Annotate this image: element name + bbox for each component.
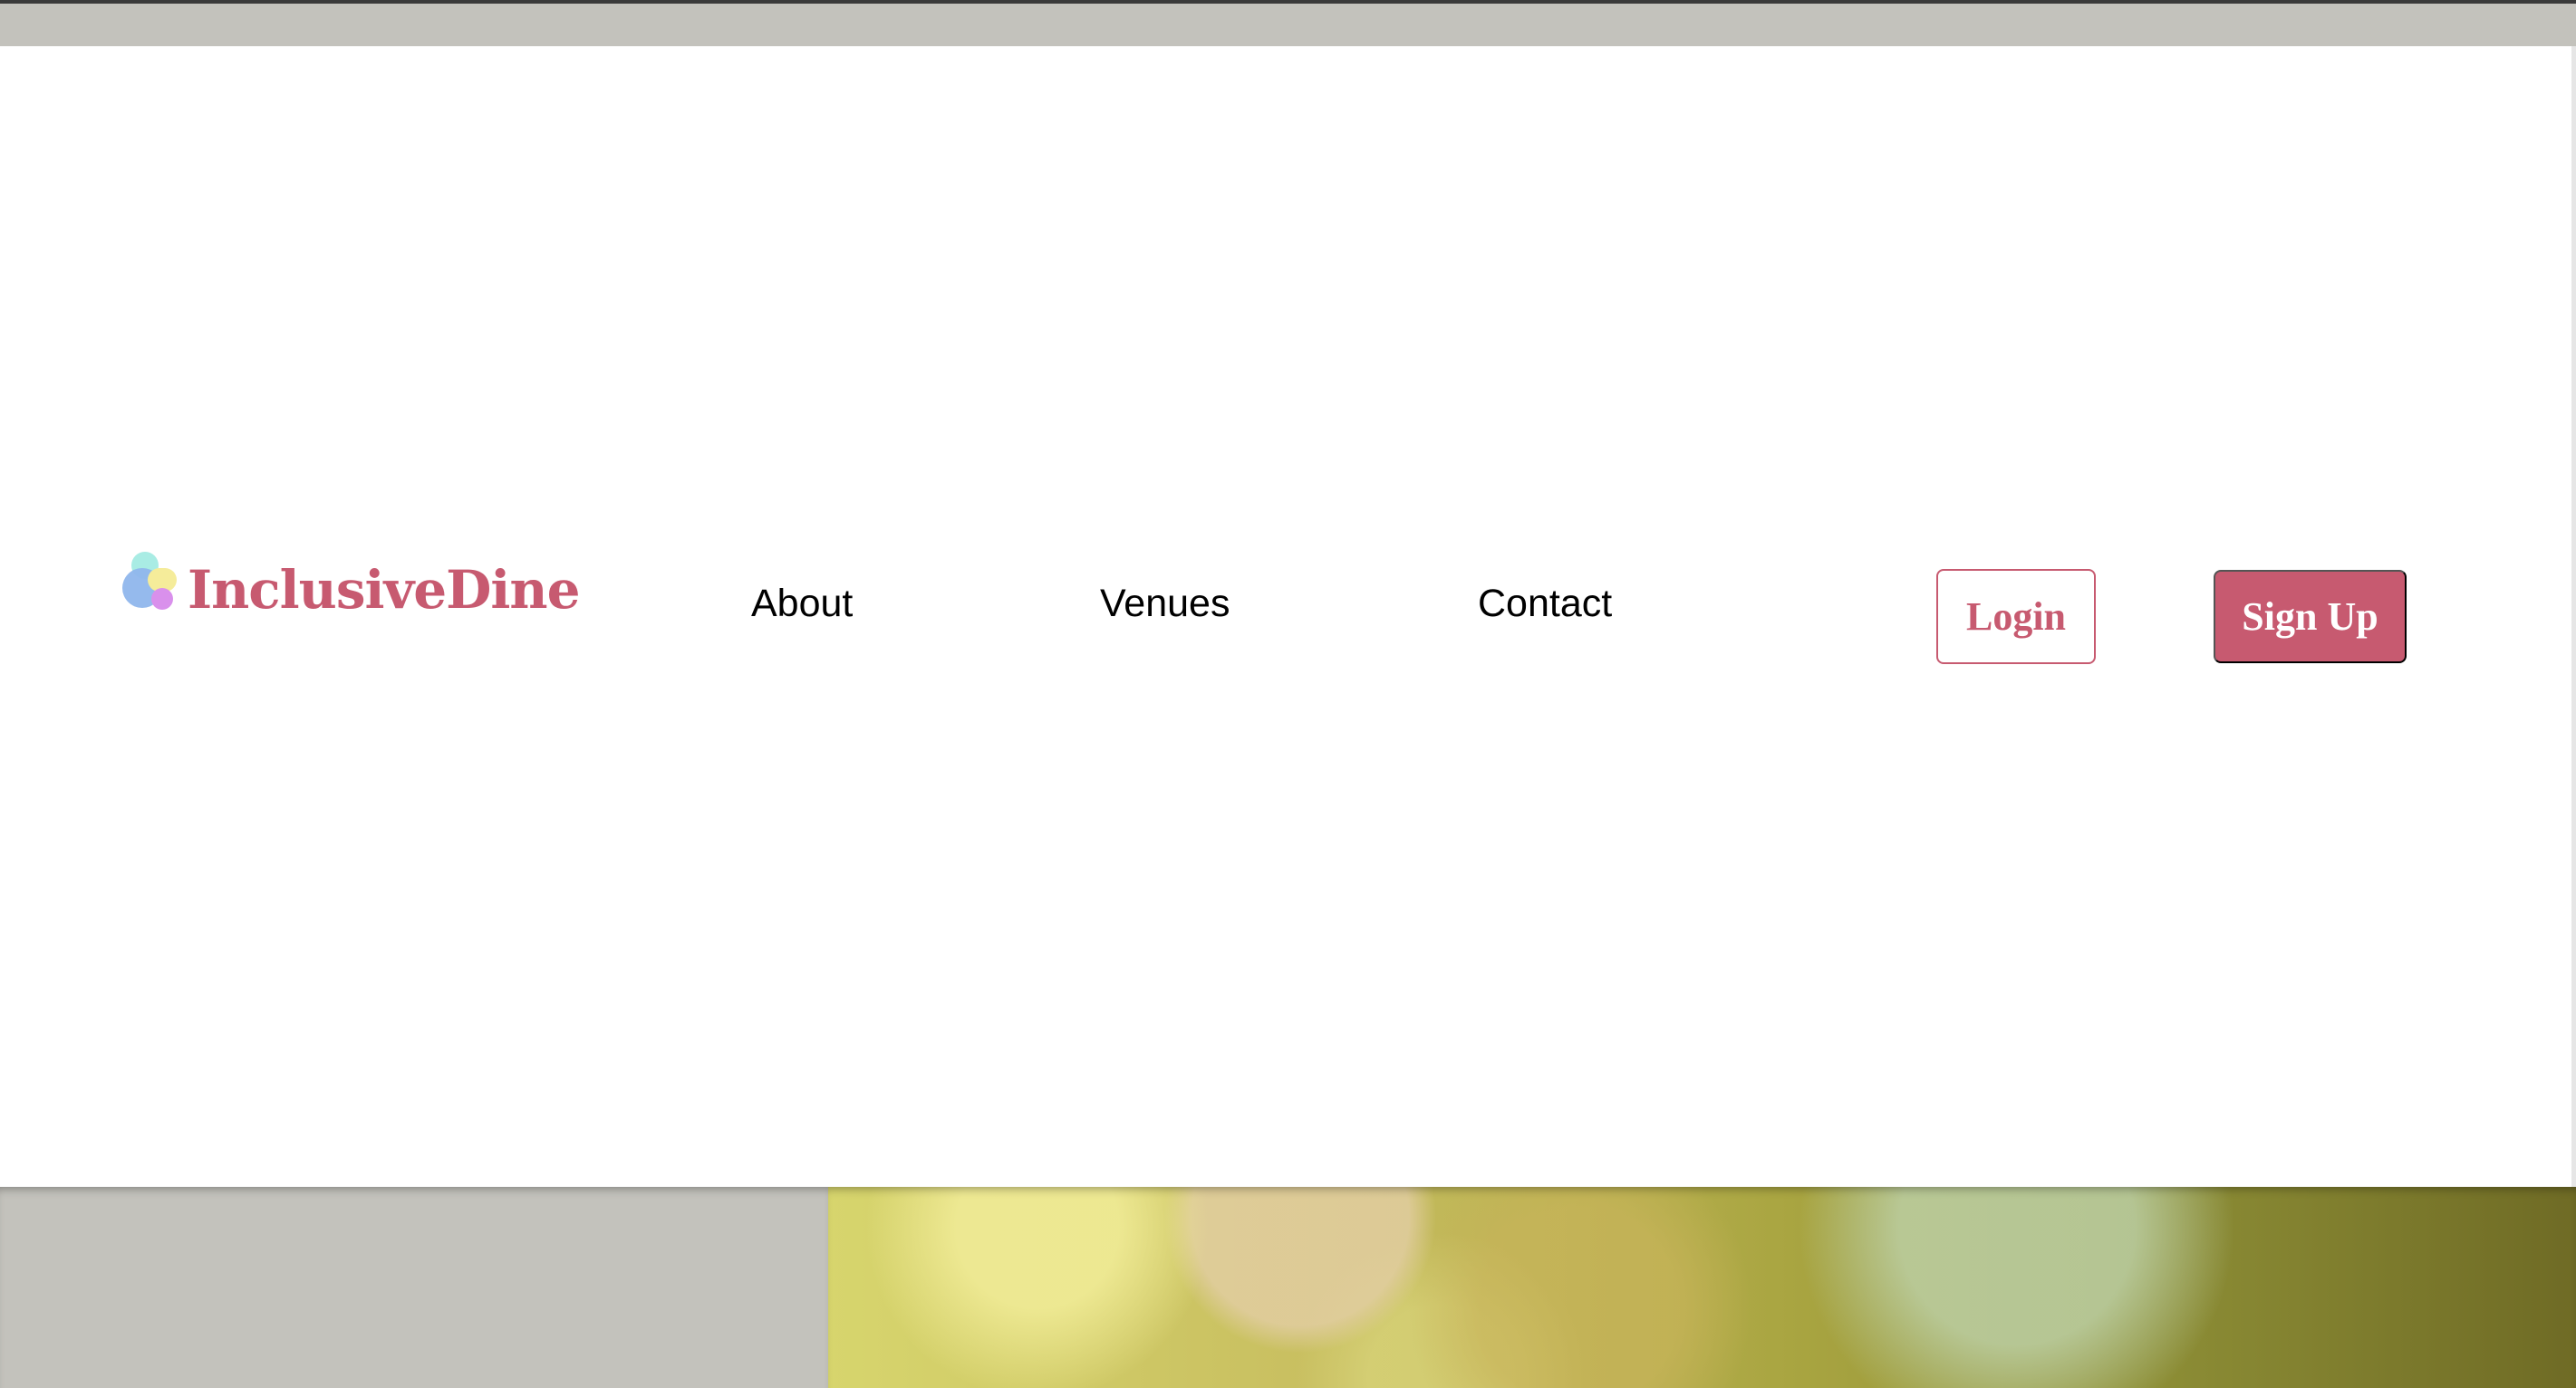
nav-link-about[interactable]: About	[751, 584, 853, 623]
page-background-panel	[0, 1187, 828, 1388]
brand-logo[interactable]: InclusiveDine	[122, 538, 581, 629]
nav-link-contact[interactable]: Contact	[1478, 584, 1612, 623]
login-button[interactable]: Login	[1936, 569, 2096, 664]
signup-button[interactable]: Sign Up	[2214, 570, 2407, 663]
scrollbar-track	[2571, 46, 2576, 1187]
browser-top-bar	[0, 0, 2576, 46]
hero-image	[828, 1187, 2576, 1388]
overlapping-circles-logo-icon	[122, 552, 178, 615]
brand-name: InclusiveDine	[188, 559, 581, 621]
nav-link-venues[interactable]: Venues	[1100, 584, 1230, 623]
